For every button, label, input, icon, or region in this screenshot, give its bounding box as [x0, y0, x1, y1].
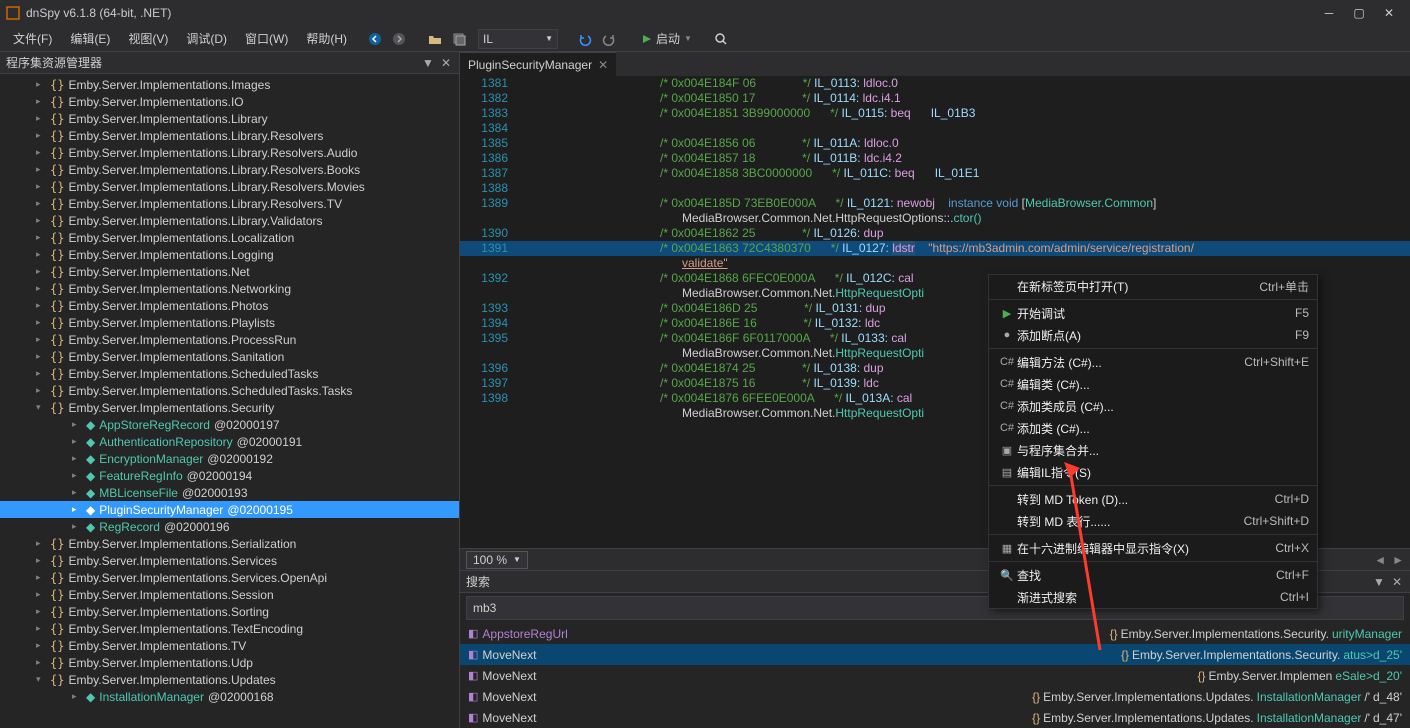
tree-namespace[interactable]: ▸{}Emby.Server.Implementations.Networkin…: [0, 280, 459, 297]
scroll-right-button[interactable]: ►: [1392, 553, 1404, 567]
panel-close-button[interactable]: ✕: [439, 56, 453, 70]
context-menu: 在新标签页中打开(T)Ctrl+单击 ▶开始调试F5●添加断点(A)F9 C#编辑方…: [988, 274, 1318, 609]
tree-namespace[interactable]: ▸{}Emby.Server.Implementations.Net: [0, 263, 459, 280]
menu-debug[interactable]: 调试(D): [177, 27, 236, 50]
tree-namespace[interactable]: ▸{}Emby.Server.Implementations.Photos: [0, 297, 459, 314]
titlebar: dnSpy v6.1.8 (64-bit, .NET) ─ ▢ ✕: [0, 0, 1410, 26]
menu-view[interactable]: 视图(V): [119, 27, 177, 50]
tree[interactable]: ▸{}Emby.Server.Implementations.Images▸{}…: [0, 74, 459, 728]
tree-namespace[interactable]: ▸{}Emby.Server.Implementations.ProcessRu…: [0, 331, 459, 348]
search-button[interactable]: [712, 30, 730, 48]
context-menu-item[interactable]: C#编辑方法 (C#)...Ctrl+Shift+E: [989, 351, 1317, 373]
menubar: 文件(F) 编辑(E) 视图(V) 调试(D) 窗口(W) 帮助(H) IL▼ …: [0, 26, 1410, 52]
tree-namespace[interactable]: ▸{}Emby.Server.Implementations.Library.R…: [0, 161, 459, 178]
run-button[interactable]: 启动▼: [636, 28, 698, 49]
tree-namespace[interactable]: ▸{}Emby.Server.Implementations.Services.…: [0, 569, 459, 586]
search-result[interactable]: ◧MoveNext{}Emby.Server.Implementations.U…: [460, 686, 1410, 707]
redo-button[interactable]: [600, 30, 618, 48]
tab-close-button[interactable]: ✕: [598, 58, 608, 72]
panel-dropdown-button[interactable]: ▼: [421, 56, 435, 70]
editor-tab[interactable]: PluginSecurityManager ✕: [460, 52, 616, 76]
app-icon: [6, 6, 20, 20]
maximize-button[interactable]: ▢: [1344, 2, 1374, 24]
search-result[interactable]: ◧MoveNext{}Emby.Server.ImplemeneSale>d_2…: [460, 665, 1410, 686]
tree-namespace[interactable]: ▸{}Emby.Server.Implementations.Sanitatio…: [0, 348, 459, 365]
open-button[interactable]: [426, 30, 444, 48]
menu-help[interactable]: 帮助(H): [297, 27, 356, 50]
tree-namespace[interactable]: ▸{}Emby.Server.Implementations.Localizat…: [0, 229, 459, 246]
tree-namespace[interactable]: ▸{}Emby.Server.Implementations.Library.R…: [0, 178, 459, 195]
context-menu-item[interactable]: C#添加类成员 (C#)...: [989, 395, 1317, 417]
tree-namespace[interactable]: ▸{}Emby.Server.Implementations.TextEncod…: [0, 620, 459, 637]
search-result[interactable]: ◧AppstoreRegUrl{}Emby.Server.Implementat…: [460, 623, 1410, 644]
panel-header: 程序集资源管理器 ▼ ✕: [0, 52, 459, 74]
language-select[interactable]: IL▼: [478, 29, 558, 49]
menu-edit[interactable]: 编辑(E): [61, 27, 119, 50]
search-result[interactable]: ◧MoveNext{}Emby.Server.Implementations.U…: [460, 707, 1410, 728]
tree-namespace[interactable]: ▸{}Emby.Server.Implementations.Library: [0, 110, 459, 127]
save-all-button[interactable]: [450, 30, 468, 48]
panel-dropdown-button[interactable]: ▼: [1372, 575, 1386, 589]
window-title: dnSpy v6.1.8 (64-bit, .NET): [26, 6, 1314, 20]
tree-namespace[interactable]: ▾{}Emby.Server.Implementations.Security: [0, 399, 459, 416]
tree-class[interactable]: ▸◆PluginSecurityManager@02000195: [0, 501, 459, 518]
context-menu-item[interactable]: ●添加断点(A)F9: [989, 324, 1317, 346]
tree-namespace[interactable]: ▸{}Emby.Server.Implementations.Udp: [0, 654, 459, 671]
context-menu-item[interactable]: 🔍查找Ctrl+F: [989, 564, 1317, 586]
context-menu-item[interactable]: ▤编辑IL指令(S): [989, 461, 1317, 483]
context-menu-item[interactable]: C#添加类 (C#)...: [989, 417, 1317, 439]
tree-class[interactable]: ▸◆InstallationManager@02000168: [0, 688, 459, 705]
tree-namespace[interactable]: ▸{}Emby.Server.Implementations.Scheduled…: [0, 365, 459, 382]
tree-namespace[interactable]: ▸{}Emby.Server.Implementations.Library.R…: [0, 195, 459, 212]
editor-tabs: PluginSecurityManager ✕: [460, 52, 1410, 76]
assembly-explorer: 程序集资源管理器 ▼ ✕ ▸{}Emby.Server.Implementati…: [0, 52, 460, 728]
nav-back-button[interactable]: [366, 30, 384, 48]
tree-namespace[interactable]: ▸{}Emby.Server.Implementations.TV: [0, 637, 459, 654]
close-button[interactable]: ✕: [1374, 2, 1404, 24]
scroll-left-button[interactable]: ◄: [1374, 553, 1386, 567]
context-menu-item[interactable]: 在新标签页中打开(T)Ctrl+单击: [989, 275, 1317, 297]
undo-button[interactable]: [576, 30, 594, 48]
panel-close-button[interactable]: ✕: [1390, 575, 1404, 589]
context-menu-item[interactable]: ▦在十六进制编辑器中显示指令(X)Ctrl+X: [989, 537, 1317, 559]
tree-namespace[interactable]: ▸{}Emby.Server.Implementations.Playlists: [0, 314, 459, 331]
tree-namespace[interactable]: ▸{}Emby.Server.Implementations.Logging: [0, 246, 459, 263]
minimize-button[interactable]: ─: [1314, 2, 1344, 24]
nav-fwd-button[interactable]: [390, 30, 408, 48]
context-menu-item[interactable]: 渐进式搜索Ctrl+I: [989, 586, 1317, 608]
context-menu-item[interactable]: C#编辑类 (C#)...: [989, 373, 1317, 395]
tree-namespace[interactable]: ▸{}Emby.Server.Implementations.Library.R…: [0, 127, 459, 144]
tree-namespace[interactable]: ▸{}Emby.Server.Implementations.Session: [0, 586, 459, 603]
context-menu-item[interactable]: ▣与程序集合并...: [989, 439, 1317, 461]
tree-class[interactable]: ▸◆MBLicenseFile@02000193: [0, 484, 459, 501]
tree-class[interactable]: ▸◆EncryptionManager@02000192: [0, 450, 459, 467]
context-menu-item[interactable]: 转到 MD 表行......Ctrl+Shift+D: [989, 510, 1317, 532]
tree-namespace[interactable]: ▸{}Emby.Server.Implementations.Images: [0, 76, 459, 93]
search-result[interactable]: ◧MoveNext{}Emby.Server.Implementations.S…: [460, 644, 1410, 665]
menu-window[interactable]: 窗口(W): [236, 27, 297, 50]
tree-namespace[interactable]: ▸{}Emby.Server.Implementations.Serializa…: [0, 535, 459, 552]
context-menu-item[interactable]: 转到 MD Token (D)...Ctrl+D: [989, 488, 1317, 510]
tree-namespace[interactable]: ▸{}Emby.Server.Implementations.IO: [0, 93, 459, 110]
zoom-select[interactable]: 100 %▼: [466, 551, 528, 569]
tree-namespace[interactable]: ▸{}Emby.Server.Implementations.Library.V…: [0, 212, 459, 229]
tree-namespace[interactable]: ▸{}Emby.Server.Implementations.Scheduled…: [0, 382, 459, 399]
tree-class[interactable]: ▸◆RegRecord@02000196: [0, 518, 459, 535]
tree-class[interactable]: ▸◆AppStoreRegRecord@02000197: [0, 416, 459, 433]
tree-namespace[interactable]: ▸{}Emby.Server.Implementations.Sorting: [0, 603, 459, 620]
menu-file[interactable]: 文件(F): [4, 27, 61, 50]
tree-namespace[interactable]: ▾{}Emby.Server.Implementations.Updates: [0, 671, 459, 688]
tree-namespace[interactable]: ▸{}Emby.Server.Implementations.Services: [0, 552, 459, 569]
tree-class[interactable]: ▸◆AuthenticationRepository@02000191: [0, 433, 459, 450]
context-menu-item[interactable]: ▶开始调试F5: [989, 302, 1317, 324]
tree-namespace[interactable]: ▸{}Emby.Server.Implementations.Library.R…: [0, 144, 459, 161]
tree-class[interactable]: ▸◆FeatureRegInfo@02000194: [0, 467, 459, 484]
